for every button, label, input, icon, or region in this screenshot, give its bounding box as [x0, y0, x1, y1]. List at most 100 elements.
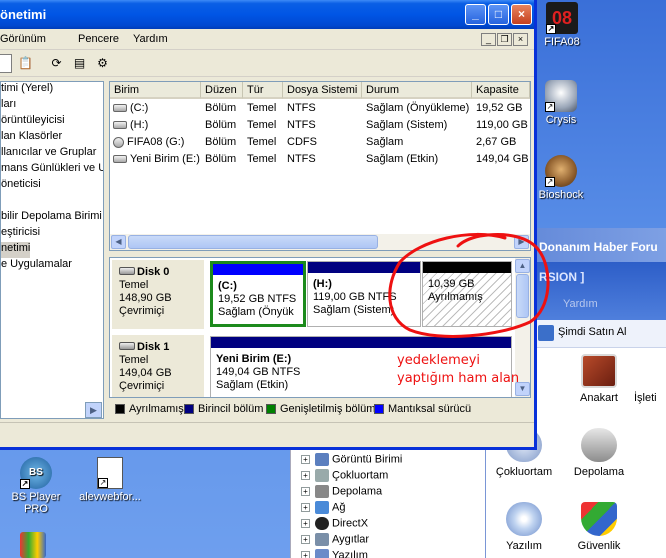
expand-icon[interactable]: +	[301, 503, 310, 512]
menu-bar: Görünüm Pencere Yardım _ ❐ ×	[0, 29, 534, 50]
horizontal-scrollbar[interactable]: ◀ ▶	[110, 234, 530, 250]
mdi-restore-button[interactable]: ❐	[497, 33, 512, 46]
tree-row[interactable]: + Yazılım	[301, 549, 368, 558]
cp-item-isletim[interactable]: İşleti	[634, 354, 666, 404]
desktop-icon-bsplayer[interactable]: BS ↗ BS Player PRO	[0, 457, 72, 515]
desktop-icon-label: Crysis	[545, 114, 577, 126]
expand-icon[interactable]: +	[301, 471, 310, 480]
disk-label[interactable]: Disk 1 Temel 149,04 GB Çevrimiçi	[112, 335, 204, 397]
partition-c[interactable]: (C:) 19,52 GB NTFS Sağlam (Önyük	[210, 261, 306, 327]
desktop-icon-crysis[interactable]: ↗ Crysis	[531, 80, 591, 126]
tree-item[interactable]: lan Klasörler	[1, 130, 62, 146]
tree-row[interactable]: + Depolama	[301, 485, 382, 501]
table-row[interactable]: FIFA08 (G:) Bölüm Temel CDFS Sağlam 2,67…	[110, 134, 530, 151]
partition-unallocated[interactable]: 10,39 GB Ayrılmamış	[422, 261, 512, 327]
desktop-icon-fifa08[interactable]: 08 ↗ FIFA08	[532, 2, 592, 48]
mdi-close-button[interactable]: ×	[513, 33, 528, 46]
tree-row[interactable]: + Aygıtlar	[301, 533, 369, 549]
minimize-button[interactable]: _	[465, 4, 486, 25]
storage-icon	[581, 428, 617, 462]
crysis-icon: ↗	[545, 80, 577, 112]
tree-item[interactable]: örüntüleyicisi	[1, 114, 65, 130]
directx-icon	[315, 517, 329, 530]
storage-icon	[315, 485, 329, 498]
desktop-icon-alevwebfor[interactable]: ↗ alevwebfor...	[72, 457, 148, 503]
column-header-birim[interactable]: Birim	[110, 82, 201, 99]
scroll-up-arrow[interactable]: ▲	[515, 259, 530, 273]
legend-swatch-extended	[266, 404, 276, 414]
column-header-duzen[interactable]: Düzen	[201, 82, 243, 99]
tree-item[interactable]: öneticisi	[1, 178, 41, 194]
column-header-kapasite[interactable]: Kapasite	[472, 82, 530, 99]
cp-item-depolama[interactable]: Depolama	[564, 428, 634, 478]
toolbar-view-button[interactable]	[0, 54, 12, 73]
partition-h[interactable]: (H:) 119,00 GB NTFS Sağlam (Sistem)	[307, 261, 421, 327]
cp-item-yazilim[interactable]: Yazılım	[489, 502, 559, 552]
menu-pencere[interactable]: Pencere	[78, 33, 119, 45]
tree-item[interactable]: mans Günlükleri ve Uya	[1, 162, 103, 178]
column-header-dosya-sistemi[interactable]: Dosya Sistemi	[283, 82, 362, 99]
title-bar[interactable]: önetimi _ □ ×	[0, 0, 534, 29]
tree-row[interactable]: + Çokluortam	[301, 469, 388, 485]
scroll-right-arrow[interactable]: ▶	[514, 235, 529, 249]
volume-list: Birim Düzen Tür Dosya Sistemi Durum Kapa…	[109, 81, 531, 251]
export-icon[interactable]: ▤	[70, 54, 89, 73]
drive-icon	[113, 121, 127, 130]
desktop-icon-bioshock[interactable]: ↗ Bioshock	[531, 155, 591, 201]
column-header-durum[interactable]: Durum	[362, 82, 472, 99]
drive-icon	[113, 104, 127, 113]
tree-row[interactable]: + Görüntü Birimi	[301, 453, 402, 469]
drive-icon	[113, 155, 127, 164]
tree-item[interactable]: bilir Depolama Birimi	[1, 210, 102, 226]
tree-item[interactable]: e Uygulamalar	[1, 258, 72, 274]
motherboard-icon	[581, 354, 617, 388]
menu-goruntu[interactable]: Görünüm	[0, 33, 46, 45]
mdi-minimize-button[interactable]: _	[481, 33, 496, 46]
pencil-cup-icon[interactable]	[20, 532, 46, 558]
tree-item[interactable]: llanıcılar ve Gruplar	[1, 146, 96, 162]
cd-drive-icon	[113, 136, 124, 148]
disk-label[interactable]: Disk 0 Temel 148,90 GB Çevrimiçi	[112, 260, 204, 329]
annotation-text-line2: yaptığım ham alan	[397, 371, 520, 386]
expand-icon[interactable]: +	[301, 535, 310, 544]
security-shield-icon	[581, 502, 617, 536]
maximize-button[interactable]: □	[488, 4, 509, 25]
column-header-tur[interactable]: Tür	[243, 82, 283, 99]
refresh-icon[interactable]: ⟳	[47, 54, 66, 73]
tree-item[interactable]: ları	[1, 98, 16, 114]
legend-swatch-primary	[184, 404, 194, 414]
expand-icon[interactable]: +	[301, 519, 310, 528]
expand-icon[interactable]: +	[301, 551, 310, 558]
buy-now-button[interactable]: Şimdi Satın Al	[536, 320, 666, 348]
window-title: önetimi	[0, 7, 47, 22]
background-device-tree: + Görüntü Birimi + Çokluortam + Depolama + A…	[290, 450, 485, 558]
tree-row[interactable]: + DirectX	[301, 517, 368, 533]
expand-icon[interactable]: +	[301, 487, 310, 496]
expand-icon[interactable]: +	[301, 455, 310, 464]
tree-row[interactable]: + Ağ	[301, 501, 345, 517]
tree-item-selected[interactable]: netimi	[1, 242, 31, 258]
fifa08-icon: 08 ↗	[546, 2, 578, 34]
close-button[interactable]: ×	[511, 4, 532, 25]
scroll-thumb[interactable]	[516, 274, 529, 318]
table-row[interactable]: (C:) Bölüm Temel NTFS Sağlam (Önyükleme)…	[110, 100, 530, 117]
display-icon	[315, 453, 329, 466]
tree-item[interactable]: timi (Yerel)	[1, 82, 53, 98]
table-row[interactable]: (H:) Bölüm Temel NTFS Sağlam (Sistem) 11…	[110, 117, 530, 134]
menu-yardim[interactable]: Yardım	[133, 33, 168, 45]
tree-item[interactable]: eştiricisi	[1, 226, 40, 242]
network-icon	[315, 501, 329, 514]
cp-item-anakart[interactable]: Anakart	[564, 354, 634, 404]
devices-icon	[315, 533, 329, 546]
cart-icon	[538, 325, 554, 341]
properties-icon[interactable]: 📋	[16, 54, 35, 73]
scroll-thumb[interactable]	[128, 235, 378, 249]
scroll-right-arrow[interactable]: ▶	[85, 402, 102, 418]
scroll-left-arrow[interactable]: ◀	[111, 235, 126, 249]
desktop-icon-label: Bioshock	[538, 189, 584, 201]
cp-item-guvenlik[interactable]: Güvenlik	[564, 502, 634, 552]
desktop-icon-label: alevwebfor...	[79, 491, 141, 503]
table-row[interactable]: Yeni Birim (E:) Bölüm Temel NTFS Sağlam …	[110, 151, 530, 168]
settings-icon[interactable]: ⚙	[93, 54, 112, 73]
bg-menu-item[interactable]: Yardım	[563, 298, 598, 310]
